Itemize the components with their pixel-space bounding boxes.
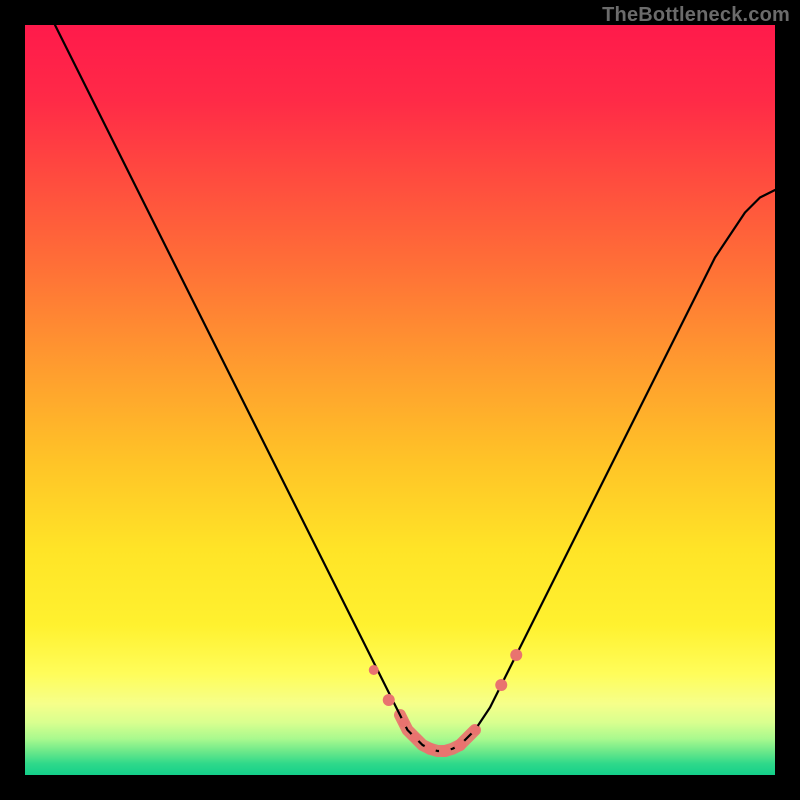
curve-marker	[470, 725, 480, 735]
curve-marker	[439, 745, 451, 757]
curve-marker	[495, 679, 507, 691]
curve-marker	[383, 694, 395, 706]
curve-marker	[454, 739, 466, 751]
curve-marker	[369, 665, 379, 675]
curve-marker	[424, 743, 436, 755]
curve-marker	[410, 733, 420, 743]
plot-area	[25, 25, 775, 775]
bottleneck-curve	[25, 25, 775, 775]
curve-marker	[399, 718, 409, 728]
curve-marker	[510, 649, 522, 661]
chart-root: TheBottleneck.com	[0, 0, 800, 800]
watermark-text: TheBottleneck.com	[602, 4, 790, 27]
